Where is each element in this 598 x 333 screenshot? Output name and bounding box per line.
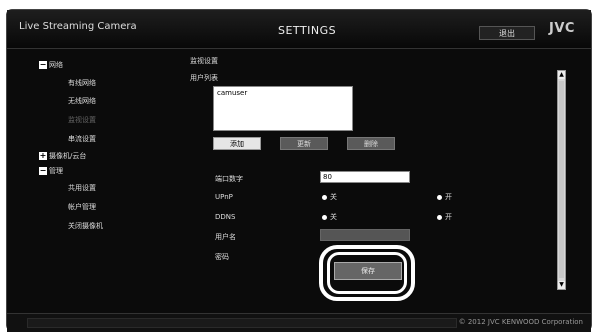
ddns-off-radio[interactable]: 关 [322, 212, 337, 222]
delete-button[interactable]: 删除 [347, 137, 395, 150]
sidebar-item-common-settings[interactable]: 共用设置 [68, 183, 96, 193]
top-bar: Live Streaming Camera SETTINGS 退出 JVC [7, 10, 591, 49]
app-title: Live Streaming Camera [19, 21, 137, 32]
port-label: 端口数字 [215, 175, 243, 183]
logout-button[interactable]: 退出 [479, 26, 535, 40]
collapse-icon[interactable]: − [39, 167, 47, 175]
vertical-scrollbar[interactable]: ▲ ▼ [557, 70, 566, 290]
radio-selected-icon [322, 194, 327, 200]
sidebar-item-label: 管理 [49, 167, 63, 175]
main-content: 监视设置 用户列表 camuser 添加 更新 删除 端口数字 80 UPnP … [185, 48, 587, 313]
add-button[interactable]: 添加 [213, 137, 261, 150]
sidebar-group-management[interactable]: − 管理 [39, 166, 63, 176]
upnp-on-radio[interactable]: 开 [437, 192, 452, 202]
radio-selected-icon [437, 214, 442, 220]
sidebar-item-label: 网络 [49, 61, 63, 69]
username-input[interactable] [320, 229, 410, 241]
port-input[interactable]: 80 [320, 171, 410, 183]
sidebar-group-camera[interactable]: + 摄像机/云台 [39, 151, 86, 161]
list-item[interactable]: camuser [217, 89, 349, 97]
sidebar-group-network[interactable]: − 网络 [39, 60, 63, 70]
upnp-off-radio[interactable]: 关 [322, 192, 337, 202]
footer: © 2012 JVC KENWOOD Corporation [7, 313, 591, 332]
password-label: 密码 [215, 253, 229, 261]
app-window: Live Streaming Camera SETTINGS 退出 JVC − 网… [6, 9, 592, 332]
ddns-label: DDNS [215, 213, 236, 221]
sidebar-item-label: 摄像机/云台 [49, 152, 87, 160]
collapse-icon[interactable]: − [39, 61, 47, 69]
upnp-label: UPnP [215, 193, 233, 201]
radio-selected-icon [322, 214, 327, 220]
status-bar [27, 318, 457, 328]
brand-logo: JVC [549, 21, 575, 36]
radio-selected-icon [437, 194, 442, 200]
page-title: SETTINGS [278, 24, 337, 37]
sidebar-item-monitor-settings[interactable]: 监视设置 [68, 115, 96, 125]
sidebar-item-shutdown-camera[interactable]: 关闭摄像机 [68, 221, 103, 231]
scroll-up-icon[interactable]: ▲ [558, 71, 565, 79]
update-button[interactable]: 更新 [280, 137, 328, 150]
save-button[interactable]: 保存 [334, 262, 402, 280]
copyright: © 2012 JVC KENWOOD Corporation [458, 318, 583, 326]
sidebar: − 网络 有线网络 无线网络 监视设置 串流设置 + 摄像机/云台 − 管理 共用设置… [7, 48, 182, 313]
user-list-label: 用户列表 [190, 74, 218, 82]
expand-icon[interactable]: + [39, 152, 47, 160]
username-label: 用户名 [215, 233, 236, 241]
sidebar-item-wireless-network[interactable]: 无线网络 [68, 96, 96, 106]
sidebar-item-wired-network[interactable]: 有线网络 [68, 78, 96, 88]
scroll-thumb[interactable] [559, 81, 564, 278]
user-list[interactable]: camuser [213, 86, 353, 131]
sidebar-item-account-management[interactable]: 帐户管理 [68, 202, 96, 212]
ddns-on-radio[interactable]: 开 [437, 212, 452, 222]
scroll-down-icon[interactable]: ▼ [558, 281, 565, 289]
section-title: 监视设置 [190, 57, 218, 65]
sidebar-item-streaming-settings[interactable]: 串流设置 [68, 134, 96, 144]
